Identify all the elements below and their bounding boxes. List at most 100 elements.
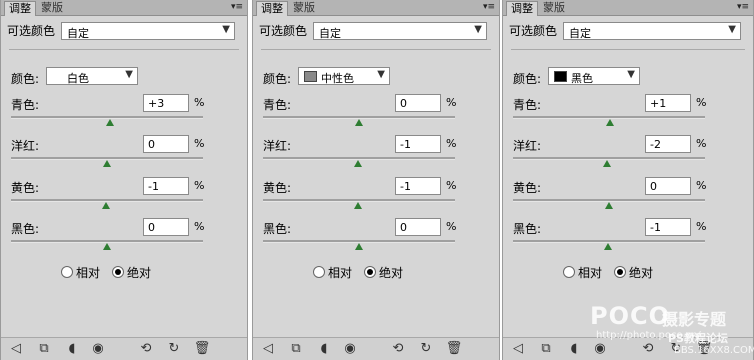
slider-thumb[interactable] bbox=[102, 202, 110, 209]
preset-value: 自定 bbox=[67, 27, 89, 40]
tab-masks[interactable]: 蒙版 bbox=[539, 1, 569, 15]
radio-absolute[interactable] bbox=[364, 266, 376, 278]
back-arrow-icon[interactable]: ◁ bbox=[509, 340, 527, 358]
percent-sign: % bbox=[696, 137, 707, 150]
visibility-mask-icon[interactable]: ◖ bbox=[565, 340, 583, 358]
radio-absolute[interactable] bbox=[614, 266, 626, 278]
color-value: 白色 bbox=[67, 72, 89, 85]
percent-input[interactable]: -2 bbox=[645, 135, 691, 153]
tab-adjustments[interactable]: 调整 bbox=[4, 1, 36, 16]
preset-label: 可选颜色 bbox=[7, 24, 56, 38]
percent-input[interactable]: -1 bbox=[645, 218, 691, 236]
visibility-mask-icon[interactable]: ◖ bbox=[63, 340, 81, 358]
preset-select[interactable]: 自定 ▼ bbox=[61, 22, 235, 40]
preset-select[interactable]: 自定 ▼ bbox=[563, 22, 741, 40]
clip-to-layer-icon[interactable]: ⧉ bbox=[35, 340, 53, 358]
visibility-mask-icon[interactable]: ◖ bbox=[315, 340, 333, 358]
percent-input[interactable]: 0 bbox=[143, 218, 189, 236]
color-label: 颜色: bbox=[263, 72, 292, 86]
panel-bottom-bar: ◁ ⧉ ◖ ◉ ⟲ ↻ 🗑 bbox=[1, 337, 247, 360]
slider-thumb[interactable] bbox=[605, 202, 613, 209]
tab-adjustments[interactable]: 调整 bbox=[506, 1, 538, 16]
radio-relative[interactable] bbox=[563, 266, 575, 278]
percent-input[interactable]: -1 bbox=[395, 177, 441, 195]
adjustments-panel-3: 调整 蒙版 ▾≡ 可选颜色 自定 ▼ 颜色: 黑色 ▼ 青色: +1% 洋红: -2% 黄色: 0% 黑色: -… bbox=[502, 0, 754, 360]
clip-to-layer-icon[interactable]: ⧉ bbox=[287, 340, 305, 358]
color-value: 中性色 bbox=[321, 72, 354, 85]
percent-sign: % bbox=[446, 220, 457, 233]
panel-tab-bar: 调整 蒙版 ▾≡ bbox=[503, 0, 753, 16]
color-select[interactable]: 白色 ▼ bbox=[46, 67, 138, 85]
reset-icon[interactable]: ↻ bbox=[165, 340, 183, 358]
slider-thumb[interactable] bbox=[106, 119, 114, 126]
method-radio-group: 相对 绝对 bbox=[503, 264, 753, 280]
radio-relative[interactable] bbox=[61, 266, 73, 278]
trash-icon[interactable]: 🗑 bbox=[695, 340, 713, 358]
percent-input[interactable]: 0 bbox=[645, 177, 691, 195]
preset-label: 可选颜色 bbox=[259, 24, 308, 38]
slider-label: 黑色: bbox=[513, 222, 542, 236]
slider-thumb[interactable] bbox=[355, 119, 363, 126]
slider-thumb[interactable] bbox=[354, 202, 362, 209]
slider-label: 黄色: bbox=[11, 181, 40, 195]
back-arrow-icon[interactable]: ◁ bbox=[259, 340, 277, 358]
radio-relative[interactable] bbox=[313, 266, 325, 278]
tab-masks[interactable]: 蒙版 bbox=[289, 1, 319, 15]
radio-absolute-label: 绝对 bbox=[127, 266, 152, 280]
tab-adjustments[interactable]: 调整 bbox=[256, 1, 288, 16]
slider-thumb[interactable] bbox=[103, 160, 111, 167]
panel-menu-icon[interactable]: ▾≡ bbox=[483, 0, 495, 14]
percent-sign: % bbox=[194, 96, 205, 109]
color-swatch bbox=[554, 71, 567, 82]
percent-input[interactable]: +1 bbox=[645, 94, 691, 112]
eye-icon[interactable]: ◉ bbox=[341, 340, 359, 358]
panel-bottom-bar: ◁ ⧉ ◖ ◉ ⟲ ↻ 🗑 bbox=[503, 337, 753, 360]
color-select[interactable]: 黑色 ▼ bbox=[548, 67, 640, 85]
slider-thumb[interactable] bbox=[606, 119, 614, 126]
preset-select[interactable]: 自定 ▼ bbox=[313, 22, 487, 40]
tab-masks[interactable]: 蒙版 bbox=[37, 1, 67, 15]
panel-bottom-bar: ◁ ⧉ ◖ ◉ ⟲ ↻ 🗑 bbox=[253, 337, 499, 360]
slider-thumb[interactable] bbox=[604, 243, 612, 250]
adjustments-panel-1: 调整 蒙版 ▾≡ 可选颜色 自定 ▼ 颜色: 白色 ▼ 青色: +3% 洋红: 0% 黄色: -1% 黑色: 0… bbox=[0, 0, 248, 360]
percent-sign: % bbox=[194, 137, 205, 150]
slider-thumb[interactable] bbox=[103, 243, 111, 250]
back-arrow-icon[interactable]: ◁ bbox=[7, 340, 25, 358]
previous-state-icon[interactable]: ⟲ bbox=[389, 340, 407, 358]
slider-label: 黑色: bbox=[11, 222, 40, 236]
previous-state-icon[interactable]: ⟲ bbox=[137, 340, 155, 358]
reset-icon[interactable]: ↻ bbox=[667, 340, 685, 358]
slider-thumb[interactable] bbox=[354, 160, 362, 167]
slider-thumb[interactable] bbox=[355, 243, 363, 250]
reset-icon[interactable]: ↻ bbox=[417, 340, 435, 358]
percent-input[interactable]: -1 bbox=[143, 177, 189, 195]
radio-absolute[interactable] bbox=[112, 266, 124, 278]
percent-input[interactable]: 0 bbox=[395, 218, 441, 236]
adjustments-panel-2: 调整 蒙版 ▾≡ 可选颜色 自定 ▼ 颜色: 中性色 ▼ 青色: 0% 洋红: -1% 黄色: -1% 黑色:… bbox=[252, 0, 500, 360]
preset-divider bbox=[261, 49, 491, 50]
color-select[interactable]: 中性色 ▼ bbox=[298, 67, 390, 85]
preset-value: 自定 bbox=[569, 27, 591, 40]
percent-input[interactable]: -1 bbox=[395, 135, 441, 153]
eye-icon[interactable]: ◉ bbox=[89, 340, 107, 358]
percent-input[interactable]: 0 bbox=[395, 94, 441, 112]
trash-icon[interactable]: 🗑 bbox=[445, 340, 463, 358]
slider-label: 洋红: bbox=[11, 139, 40, 153]
slider-label: 洋红: bbox=[263, 139, 292, 153]
percent-sign: % bbox=[446, 179, 457, 192]
slider-thumb[interactable] bbox=[603, 160, 611, 167]
trash-icon[interactable]: 🗑 bbox=[193, 340, 211, 358]
panel-menu-icon[interactable]: ▾≡ bbox=[737, 0, 749, 14]
slider-label: 青色: bbox=[11, 98, 40, 112]
percent-input[interactable]: 0 bbox=[143, 135, 189, 153]
eye-icon[interactable]: ◉ bbox=[591, 340, 609, 358]
percent-input[interactable]: +3 bbox=[143, 94, 189, 112]
preset-divider bbox=[9, 49, 239, 50]
chevron-down-icon: ▼ bbox=[125, 69, 133, 80]
previous-state-icon[interactable]: ⟲ bbox=[639, 340, 657, 358]
radio-relative-label: 相对 bbox=[578, 266, 603, 280]
panel-menu-icon[interactable]: ▾≡ bbox=[231, 0, 243, 14]
preset-divider bbox=[511, 49, 745, 50]
clip-to-layer-icon[interactable]: ⧉ bbox=[537, 340, 555, 358]
radio-relative-label: 相对 bbox=[328, 266, 353, 280]
